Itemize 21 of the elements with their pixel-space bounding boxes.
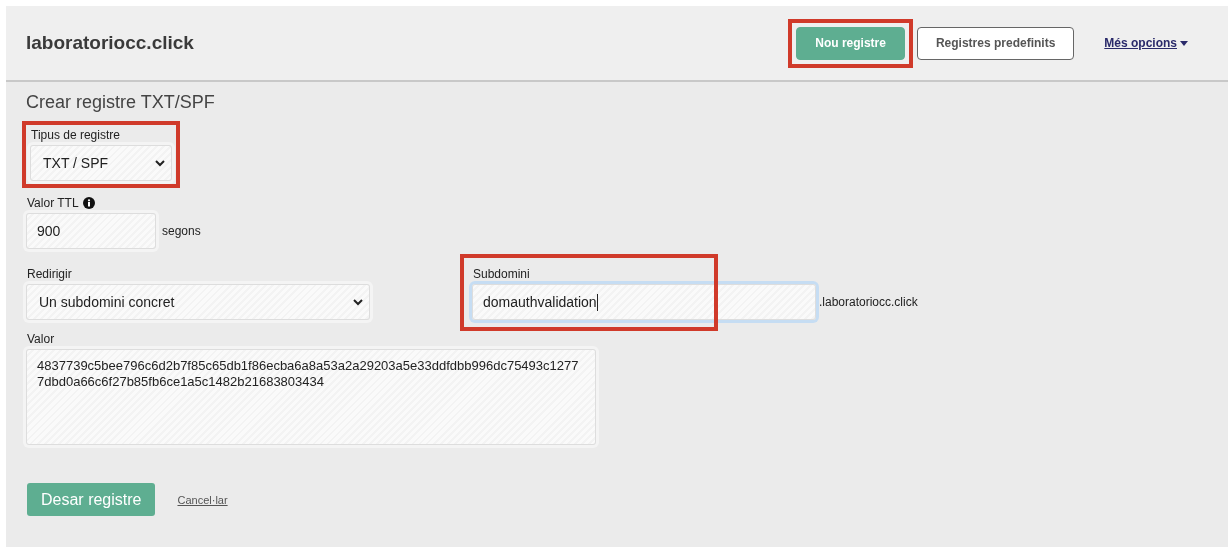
unit-label: segons [162,224,201,238]
redirect-select[interactable]: Un subdomini concret [26,284,370,320]
field-label: Subdomini [473,267,531,281]
caret-icon [1180,40,1188,46]
chevron-icon [353,298,363,306]
more-options-link[interactable]: Més opcions [1104,36,1188,50]
info-icon [82,197,95,209]
domain-suffix: .laboratoriocc.click [819,295,918,309]
chevron-icon [155,159,165,167]
record-type-select[interactable]: TXT / SPF [30,145,172,181]
site-title: laboratoriocc.click [26,32,195,54]
ttl-input[interactable]: 900 [26,213,156,249]
field-label: Valor TTL [27,196,79,210]
field-label: Redirigir [27,267,73,281]
field-label: Tipus de registre [31,128,121,142]
value-textarea[interactable]: 4837739c5bee796c6d2b7f85c65db1f86ecba6a8a53a2a29203a5e33ddfdbb996dc75493c12777dbd0a66c6f27b85fb6ce1a5c1482b21683803434 [26,349,596,445]
field-label: Valor [27,332,56,346]
subdomain-input[interactable]: domauthvalidation [472,284,816,320]
header-button[interactable]: Registres predefinits [916,26,1075,60]
cancel-link[interactable]: Cancel·lar [177,493,228,506]
form-title: Crear registre TXT/SPF [26,92,216,113]
